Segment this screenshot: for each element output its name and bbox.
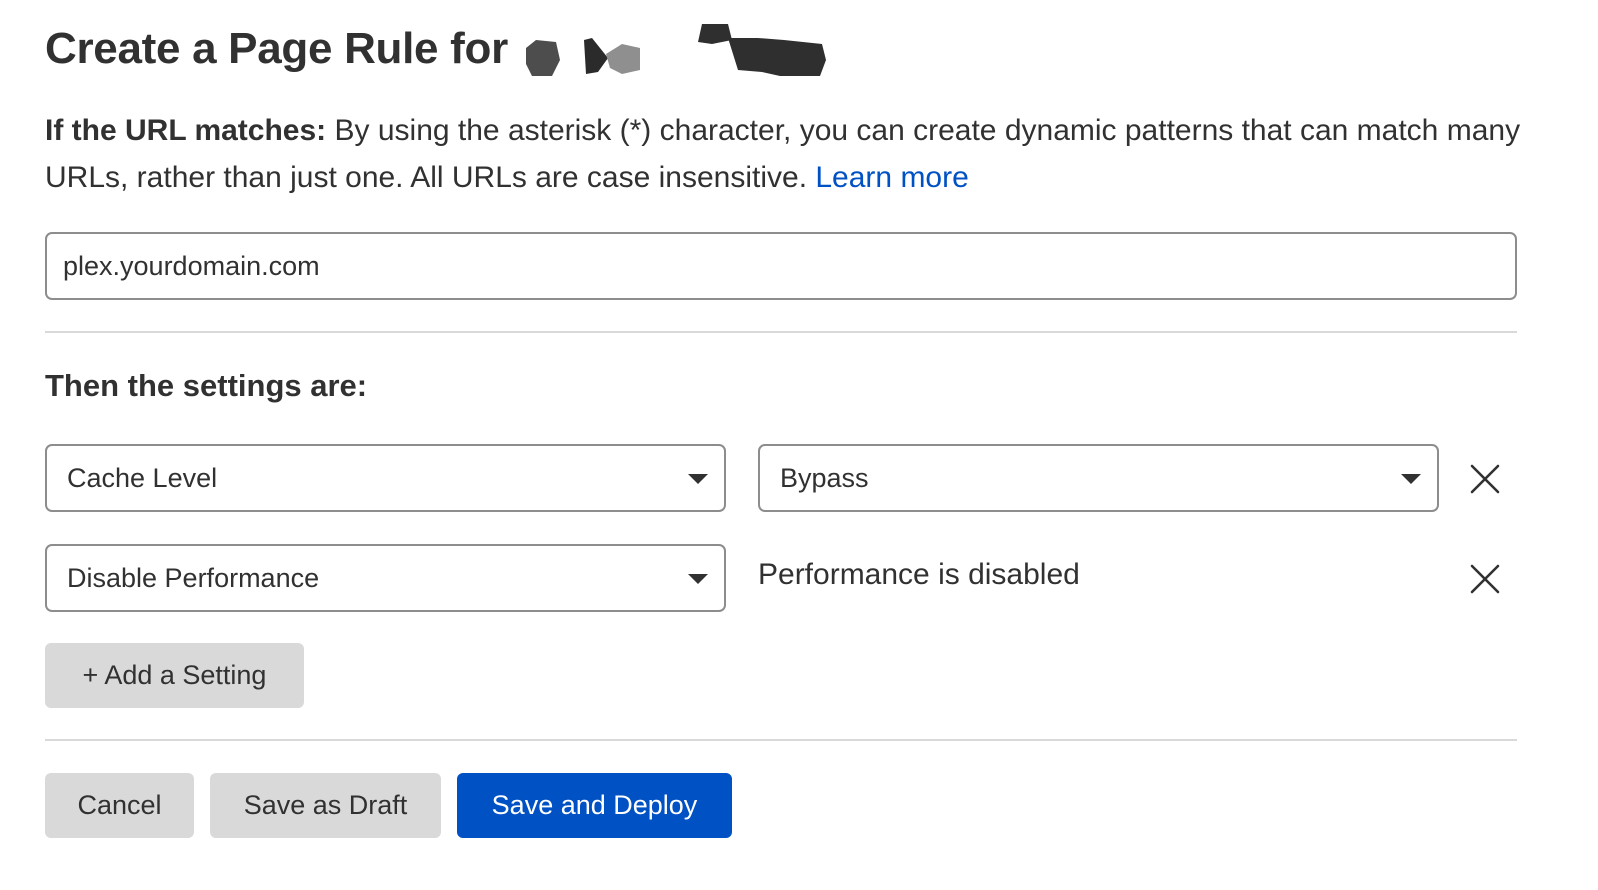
value-select-cache-level[interactable]: Bypass (758, 444, 1439, 512)
save-as-draft-button[interactable]: Save as Draft (210, 773, 441, 838)
add-setting-button[interactable]: + Add a Setting (45, 643, 304, 708)
setting-select-label: Cache Level (67, 462, 218, 493)
chevron-down-icon (688, 474, 708, 484)
setting-select-cache-level[interactable]: Cache Level (45, 444, 726, 512)
divider (45, 331, 1517, 333)
remove-setting-close-icon[interactable] (1467, 461, 1503, 497)
redacted-domain-icon (525, 24, 826, 76)
setting-select-label: Disable Performance (67, 562, 320, 593)
chevron-down-icon (688, 574, 708, 584)
page-rule-form: Create a Page Rule for If the URL matche… (0, 0, 1598, 890)
page-title: Create a Page Rule for (45, 24, 508, 73)
url-pattern-input[interactable] (45, 232, 1517, 300)
divider (45, 739, 1517, 741)
learn-more-link[interactable]: Learn more (815, 161, 968, 194)
save-and-deploy-button[interactable]: Save and Deploy (457, 773, 732, 838)
cancel-button[interactable]: Cancel (45, 773, 194, 838)
settings-heading: Then the settings are: (45, 368, 368, 403)
setting-select-disable-performance[interactable]: Disable Performance (45, 544, 726, 612)
title-row: Create a Page Rule for (45, 18, 832, 80)
value-select-label: Bypass (780, 462, 869, 493)
url-match-label: If the URL matches: (45, 114, 327, 147)
chevron-down-icon (1401, 474, 1421, 484)
performance-status-text: Performance is disabled (758, 558, 1080, 591)
url-match-description: If the URL matches: By using the asteris… (45, 107, 1525, 201)
remove-setting-close-icon[interactable] (1467, 561, 1503, 597)
